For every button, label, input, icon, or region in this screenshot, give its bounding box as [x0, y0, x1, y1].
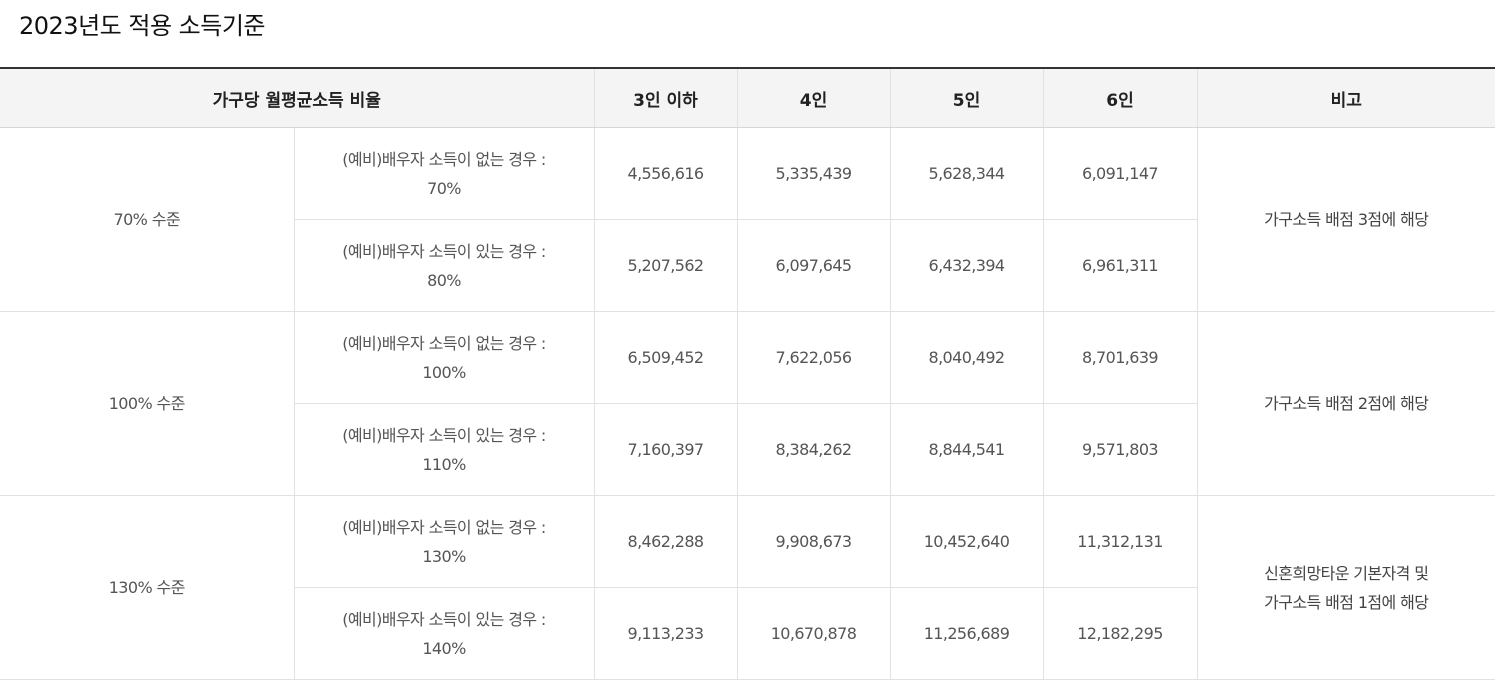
note-line: 가구소득 배점 2점에 해당: [1264, 394, 1429, 413]
table-row: 130% 수준 (예비)배우자 소득이 없는 경우 : 130% 8,462,2…: [0, 495, 1495, 680]
header-3-persons: 3인 이하: [593, 67, 737, 128]
value-3-persons: 4,556,616: [593, 127, 737, 220]
value-5-persons: 8,844,541: [889, 403, 1043, 496]
value-5-persons: 10,452,640: [889, 495, 1043, 588]
value-6-persons: 8,701,639: [1042, 311, 1197, 404]
note-cell: 가구소득 배점 3점에 해당: [1196, 127, 1495, 312]
value-4-persons: 8,384,262: [736, 403, 890, 496]
case-percent: 100%: [422, 362, 466, 382]
case-cell: (예비)배우자 소득이 없는 경우 : 100%: [293, 311, 594, 404]
income-criteria-table: 가구당 월평균소득 비율 3인 이하 4인 5인 6인 비고 70% 수준 (예…: [0, 67, 1495, 680]
note-line: 가구소득 배점 3점에 해당: [1264, 210, 1429, 229]
case-cell: (예비)배우자 소득이 없는 경우 : 130%: [293, 495, 594, 588]
value-6-persons: 6,091,147: [1042, 127, 1197, 220]
table-row: 70% 수준 (예비)배우자 소득이 없는 경우 : 70% 4,556,616…: [0, 127, 1495, 312]
value-3-persons: 9,113,233: [593, 587, 737, 680]
case-cell: (예비)배우자 소득이 없는 경우 : 70%: [293, 127, 594, 220]
level-cell: 100% 수준: [0, 311, 294, 496]
header-4-persons: 4인: [736, 67, 890, 128]
case-label: (예비)배우자 소득이 있는 경우 :: [342, 425, 546, 445]
value-3-persons: 8,462,288: [593, 495, 737, 588]
case-cell: (예비)배우자 소득이 있는 경우 : 110%: [293, 403, 594, 496]
case-cell: (예비)배우자 소득이 있는 경우 : 80%: [293, 219, 594, 312]
note-cell: 신혼희망타운 기본자격 및 가구소득 배점 1점에 해당: [1196, 495, 1495, 680]
value-5-persons: 6,432,394: [889, 219, 1043, 312]
value-4-persons: 9,908,673: [736, 495, 890, 588]
case-percent: 140%: [422, 638, 466, 658]
value-4-persons: 7,622,056: [736, 311, 890, 404]
header-6-persons: 6인: [1042, 67, 1197, 128]
value-6-persons: 6,961,311: [1042, 219, 1197, 312]
case-label: (예비)배우자 소득이 없는 경우 :: [342, 333, 546, 353]
value-4-persons: 10,670,878: [736, 587, 890, 680]
value-3-persons: 5,207,562: [593, 219, 737, 312]
case-label: (예비)배우자 소득이 없는 경우 :: [342, 149, 546, 169]
value-5-persons: 8,040,492: [889, 311, 1043, 404]
table-row: 100% 수준 (예비)배우자 소득이 없는 경우 : 100% 6,509,4…: [0, 311, 1495, 496]
case-label: (예비)배우자 소득이 있는 경우 :: [342, 241, 546, 261]
note-cell: 가구소득 배점 2점에 해당: [1196, 311, 1495, 496]
value-5-persons: 11,256,689: [889, 587, 1043, 680]
note-line: 가구소득 배점 1점에 해당: [1264, 592, 1429, 612]
value-6-persons: 11,312,131: [1042, 495, 1197, 588]
case-percent: 130%: [422, 546, 466, 566]
value-5-persons: 5,628,344: [889, 127, 1043, 220]
case-label: (예비)배우자 소득이 없는 경우 :: [342, 517, 546, 537]
value-6-persons: 12,182,295: [1042, 587, 1197, 680]
header-ratio: 가구당 월평균소득 비율: [0, 67, 594, 128]
value-4-persons: 5,335,439: [736, 127, 890, 220]
header-5-persons: 5인: [889, 67, 1043, 128]
case-label: (예비)배우자 소득이 있는 경우 :: [342, 609, 546, 629]
case-percent: 70%: [427, 178, 461, 198]
case-percent: 80%: [427, 270, 461, 290]
case-cell: (예비)배우자 소득이 있는 경우 : 140%: [293, 587, 594, 680]
level-cell: 130% 수준: [0, 495, 294, 680]
page-title: 2023년도 적용 소득기준: [19, 12, 265, 40]
header-note: 비고: [1196, 67, 1495, 128]
value-3-persons: 7,160,397: [593, 403, 737, 496]
case-percent: 110%: [422, 454, 466, 474]
table-header-row: 가구당 월평균소득 비율 3인 이하 4인 5인 6인 비고: [0, 67, 1495, 128]
level-cell: 70% 수준: [0, 127, 294, 312]
note-line: 신혼희망타운 기본자격 및: [1264, 563, 1429, 583]
value-4-persons: 6,097,645: [736, 219, 890, 312]
value-6-persons: 9,571,803: [1042, 403, 1197, 496]
value-3-persons: 6,509,452: [593, 311, 737, 404]
